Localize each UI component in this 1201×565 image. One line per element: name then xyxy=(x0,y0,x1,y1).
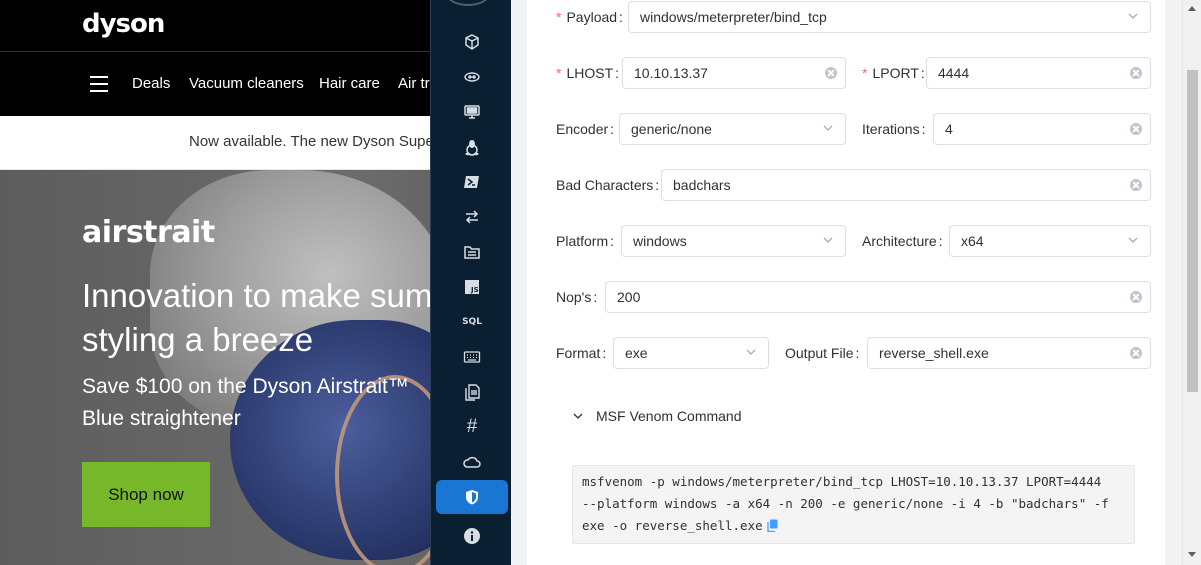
encoder-label: Encoder: xyxy=(556,121,615,137)
output-file-label: Output File: xyxy=(785,345,860,361)
linux-icon[interactable] xyxy=(436,130,508,164)
javascript-icon[interactable]: JS xyxy=(436,270,508,304)
logo-icon xyxy=(447,0,489,6)
command-line-2: --platform windows -a x64 -n 200 -e gene… xyxy=(582,496,1109,511)
platform-select[interactable]: windows xyxy=(621,225,846,257)
bad-characters-value: badchars xyxy=(673,177,731,193)
iterations-label: Iterations: xyxy=(862,121,926,137)
command-line-3: exe -o reverse_shell.exe xyxy=(582,515,1125,537)
lhost-input[interactable]: 10.10.13.37 xyxy=(622,57,846,89)
hero-subtitle-line-1: Save $100 on the Dyson Airstrait™ xyxy=(82,375,409,398)
promo-text[interactable]: Now available. The new Dyson Supe xyxy=(189,133,434,150)
cloud-icon[interactable] xyxy=(436,445,508,479)
iterations-value: 4 xyxy=(945,121,953,137)
chevron-down-icon xyxy=(1128,237,1138,243)
nops-value: 200 xyxy=(617,289,641,305)
clear-icon[interactable] xyxy=(1130,291,1142,303)
nops-input[interactable]: 200 xyxy=(605,281,1151,313)
copy-icon[interactable] xyxy=(766,519,778,532)
format-label: Format: xyxy=(556,345,607,361)
keyboard-icon[interactable] xyxy=(436,340,508,374)
command-output[interactable]: msfvenom -p windows/meterpreter/bind_tcp… xyxy=(572,465,1135,544)
hash-icon[interactable]: # xyxy=(436,410,508,444)
clear-icon[interactable] xyxy=(1130,347,1142,359)
platform-value: windows xyxy=(633,233,687,249)
format-value: exe xyxy=(625,345,648,361)
transfer-icon[interactable] xyxy=(436,200,508,234)
bad-characters-input[interactable]: badchars xyxy=(661,169,1151,201)
nav-hair-care[interactable]: Hair care xyxy=(319,75,380,92)
payload-value: windows/meterpreter/bind_tcp xyxy=(640,9,827,25)
encoder-value: generic/none xyxy=(631,121,712,137)
required-asterisk: * xyxy=(862,65,868,81)
bad-characters-label: Bad Characters: xyxy=(556,177,660,193)
sql-icon-label: SQL xyxy=(462,317,482,327)
lhost-value: 10.10.13.37 xyxy=(634,65,708,81)
format-select[interactable]: exe xyxy=(613,337,769,369)
clear-icon[interactable] xyxy=(825,67,837,79)
menu-icon[interactable] xyxy=(90,76,108,92)
required-asterisk: * xyxy=(556,65,562,81)
required-asterisk: * xyxy=(556,9,562,25)
nav-air-treatment[interactable]: Air tr xyxy=(398,75,430,92)
shop-now-button[interactable]: Shop now xyxy=(82,462,210,527)
hero-title-line-2: styling a breeze xyxy=(82,321,314,358)
lport-value: 4444 xyxy=(938,65,970,81)
clear-icon[interactable] xyxy=(1130,123,1142,135)
scroll-up-arrow[interactable] xyxy=(1188,6,1196,11)
file-copy-icon[interactable] xyxy=(436,375,508,409)
hero-title: Innovation to make sum styling a breeze xyxy=(82,274,442,362)
chevron-down-icon xyxy=(573,413,583,419)
hero-subtitle-line-2: Blue straightener xyxy=(82,407,241,430)
sql-icon[interactable]: SQL xyxy=(436,305,508,339)
command-line-1: msfvenom -p windows/meterpreter/bind_tcp… xyxy=(582,474,1102,489)
chevron-down-icon xyxy=(1128,13,1138,19)
sidebar: JS SQL # xyxy=(430,0,511,565)
architecture-select[interactable]: x64 xyxy=(949,225,1151,257)
payload-select[interactable]: windows/meterpreter/bind_tcp xyxy=(628,1,1151,33)
lport-input[interactable]: 4444 xyxy=(926,57,1151,89)
folder-icon[interactable] xyxy=(436,235,508,269)
monitor-icon[interactable] xyxy=(436,95,508,129)
nav-deals[interactable]: Deals xyxy=(132,75,170,92)
clear-icon[interactable] xyxy=(1130,67,1142,79)
lport-label: * LPORT: xyxy=(862,65,925,81)
chevron-down-icon xyxy=(823,237,833,243)
shield-icon[interactable] xyxy=(436,480,508,514)
platform-label: Platform: xyxy=(556,233,615,249)
output-file-input[interactable]: reverse_shell.exe xyxy=(867,337,1151,369)
hero-subtitle: Save $100 on the Dyson Airstrait™ Blue s… xyxy=(82,371,409,435)
cube-icon[interactable] xyxy=(436,25,508,59)
output-file-value: reverse_shell.exe xyxy=(879,345,989,361)
svg-text:JS: JS xyxy=(470,286,479,294)
iterations-input[interactable]: 4 xyxy=(933,113,1151,145)
chevron-down-icon xyxy=(823,125,833,131)
architecture-label: Architecture: xyxy=(862,233,943,249)
msf-venom-command-title: MSF Venom Command xyxy=(596,408,742,424)
info-icon[interactable] xyxy=(436,519,508,553)
scrollbar[interactable] xyxy=(1182,0,1201,565)
nops-label: Nop's: xyxy=(556,289,598,305)
clear-icon[interactable] xyxy=(1130,179,1142,191)
powershell-icon[interactable] xyxy=(436,165,508,199)
airstrait-logo: airstrait xyxy=(82,215,215,250)
chevron-down-icon xyxy=(746,349,756,355)
dyson-logo[interactable]: dyson xyxy=(82,9,165,39)
scroll-down-arrow[interactable] xyxy=(1188,552,1196,557)
architecture-value: x64 xyxy=(961,233,984,249)
payload-label: * Payload: xyxy=(556,9,623,25)
cloud-network-icon[interactable] xyxy=(436,60,508,94)
encoder-select[interactable]: generic/none xyxy=(619,113,846,145)
nav-vacuum-cleaners[interactable]: Vacuum cleaners xyxy=(189,75,304,92)
lhost-label: * LHOST: xyxy=(556,65,620,81)
scroll-thumb[interactable] xyxy=(1187,70,1198,392)
hero-title-line-1: Innovation to make sum xyxy=(82,277,433,314)
